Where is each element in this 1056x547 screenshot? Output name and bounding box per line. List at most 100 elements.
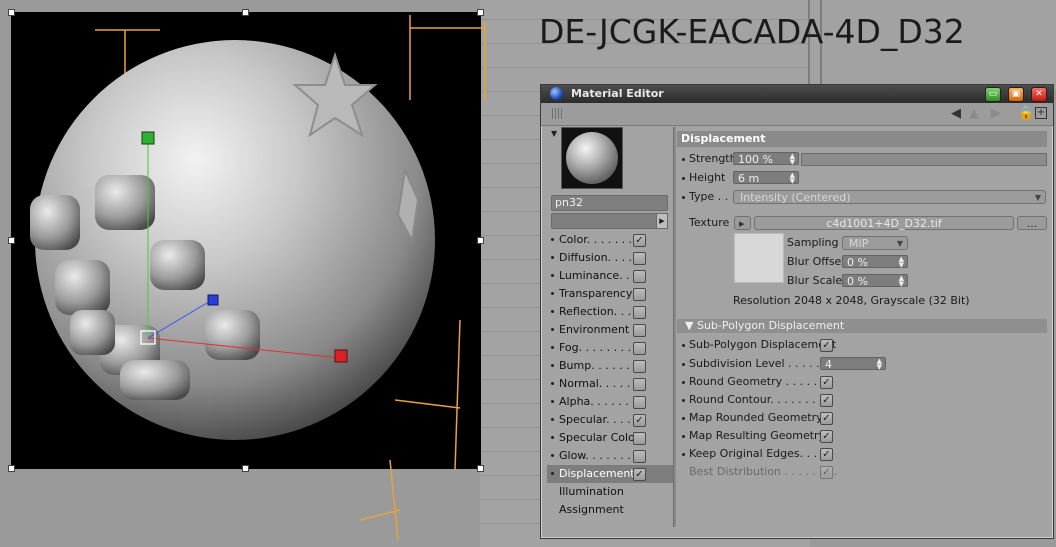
window-titlebar[interactable]: Material Editor ▭ ▣ ✕ bbox=[541, 85, 1053, 103]
map-rounded-geometry-row: Map Rounded Geometry . ✓ bbox=[677, 410, 1047, 426]
best-distribution-checkbox: ✓ bbox=[820, 466, 833, 479]
map-resulting-geometry-row: Map Resulting Geometry . ✓ bbox=[677, 428, 1047, 444]
displaced-sphere bbox=[30, 40, 435, 440]
editor-toolbar: ◀ ▲ ▶ 🔒 + bbox=[541, 103, 1053, 126]
channel-environment-checkbox[interactable] bbox=[633, 324, 646, 337]
back-arrow-icon[interactable]: ◀ bbox=[951, 107, 961, 121]
subdivision-level-row: Subdivision Level . . . . . . . 4 ▲ ▼ bbox=[677, 356, 1047, 372]
channel-glow[interactable]: Glow. . . . . . . . bbox=[547, 447, 673, 465]
channel-transparency[interactable]: Transparency bbox=[547, 285, 673, 303]
frame-handle-top-right[interactable] bbox=[477, 9, 484, 16]
texture-thumbnail[interactable] bbox=[734, 233, 784, 283]
maximize-button[interactable]: ▣ bbox=[1008, 87, 1024, 102]
frame-handle-top-left[interactable] bbox=[8, 9, 15, 16]
channel-luminance[interactable]: Luminance. . . bbox=[547, 267, 673, 285]
preview-sphere bbox=[566, 132, 618, 184]
expand-arrow-icon: ▼ bbox=[685, 319, 694, 332]
tab-assignment[interactable]: Assignment bbox=[547, 501, 673, 519]
strength-input[interactable]: 100 % ▲ ▼ bbox=[733, 152, 799, 166]
cinema4d-app-icon bbox=[550, 87, 563, 100]
subpolygon-header[interactable]: ▼ Sub-Polygon Displacement bbox=[677, 319, 1047, 333]
channel-fog-checkbox[interactable] bbox=[633, 342, 646, 355]
channel-specular-color[interactable]: Specular Color bbox=[547, 429, 673, 447]
texture-resolution-text: Resolution 2048 x 2048, Grayscale (32 Bi… bbox=[733, 294, 970, 307]
sampling-dropdown[interactable]: MIP ▼ bbox=[842, 236, 908, 250]
frame-handle-left[interactable] bbox=[8, 237, 15, 244]
channel-bump[interactable]: Bump. . . . . . . bbox=[547, 357, 673, 375]
subdivision-level-input[interactable]: 4 ▲ ▼ bbox=[820, 357, 886, 371]
material-name-field[interactable]: pn32 bbox=[551, 195, 668, 211]
tab-illumination[interactable]: Illumination bbox=[547, 483, 673, 501]
channel-displacement[interactable]: Displacement ✓ bbox=[547, 465, 673, 483]
viewport-title: DE-JCGK-EACADA-4D_D32 bbox=[539, 12, 965, 51]
channel-panel: ▼ pn32 ▶ Color. . . . . . . ✓ Diffusion. … bbox=[547, 127, 673, 527]
subpolygon-displacement-row: Sub-Polygon Displacement ✓ bbox=[677, 337, 1047, 353]
panel-divider[interactable] bbox=[673, 127, 676, 527]
round-contour-checkbox[interactable]: ✓ bbox=[820, 394, 833, 407]
frame-handle-bottom-right[interactable] bbox=[477, 465, 484, 472]
channel-color[interactable]: Color. . . . . . . ✓ bbox=[547, 231, 673, 249]
forward-arrow-icon[interactable]: ▶ bbox=[991, 107, 1001, 121]
blur-offset-input[interactable]: 0 % ▲ ▼ bbox=[842, 255, 908, 269]
texture-row: Texture ▸ c4d1001+4D_D32.tif ... bbox=[677, 215, 1047, 231]
channel-transparency-checkbox[interactable] bbox=[633, 288, 646, 301]
channel-reflection-checkbox[interactable] bbox=[633, 306, 646, 319]
material-preview[interactable] bbox=[561, 127, 623, 189]
channel-specular[interactable]: Specular. . . . . ✓ bbox=[547, 411, 673, 429]
subpolygon-displacement-checkbox[interactable]: ✓ bbox=[820, 339, 833, 352]
channel-color-checkbox[interactable]: ✓ bbox=[633, 234, 646, 247]
keep-original-edges-row: Keep Original Edges. . . . . ✓ bbox=[677, 446, 1047, 462]
channel-bump-checkbox[interactable] bbox=[633, 360, 646, 373]
minimize-button[interactable]: ▭ bbox=[985, 87, 1001, 102]
channel-normal[interactable]: Normal. . . . . . bbox=[547, 375, 673, 393]
strength-slider[interactable] bbox=[801, 153, 1047, 166]
frame-handle-bottom-left[interactable] bbox=[8, 465, 15, 472]
material-layer-field[interactable] bbox=[551, 213, 657, 229]
channel-specular-checkbox[interactable]: ✓ bbox=[633, 414, 646, 427]
layer-arrow-button[interactable]: ▶ bbox=[656, 213, 668, 229]
blur-scale-input[interactable]: 0 % ▲ ▼ bbox=[842, 274, 908, 288]
sampling-row: Sampling MIP ▼ bbox=[787, 235, 937, 251]
texture-browse-button[interactable]: ... bbox=[1017, 216, 1047, 230]
type-dropdown[interactable]: Intensity (Centered) ▼ bbox=[733, 190, 1046, 204]
toolbar-grip-icon[interactable] bbox=[552, 108, 564, 119]
up-arrow-icon[interactable]: ▲ bbox=[969, 107, 979, 121]
channel-glow-checkbox[interactable] bbox=[633, 450, 646, 463]
strength-row: Strength 100 % ▲ ▼ bbox=[677, 151, 1047, 167]
map-resulting-geometry-checkbox[interactable]: ✓ bbox=[820, 430, 833, 443]
frame-handle-right[interactable] bbox=[477, 237, 484, 244]
channel-environment[interactable]: Environment bbox=[547, 321, 673, 339]
window-title: Material Editor bbox=[571, 87, 664, 100]
channel-list: Color. . . . . . . ✓ Diffusion. . . . . L… bbox=[547, 231, 673, 519]
close-button[interactable]: ✕ bbox=[1031, 87, 1047, 102]
round-contour-row: Round Contour. . . . . . . . ✓ bbox=[677, 392, 1047, 408]
channel-normal-checkbox[interactable] bbox=[633, 378, 646, 391]
channel-alpha[interactable]: Alpha. . . . . . . bbox=[547, 393, 673, 411]
round-geometry-checkbox[interactable]: ✓ bbox=[820, 376, 833, 389]
blur-offset-row: Blur Offset 0 % ▲ ▼ bbox=[787, 254, 937, 270]
height-input[interactable]: 6 m ▲ ▼ bbox=[733, 171, 799, 185]
channel-displacement-checkbox[interactable]: ✓ bbox=[633, 468, 646, 481]
frame-handle-bottom[interactable] bbox=[242, 465, 249, 472]
round-geometry-row: Round Geometry . . . . . . . ✓ bbox=[677, 374, 1047, 390]
blur-scale-row: Blur Scale 0 % ▲ ▼ bbox=[787, 273, 937, 289]
channel-specular-color-checkbox[interactable] bbox=[633, 432, 646, 445]
channel-reflection[interactable]: Reflection. . . bbox=[547, 303, 673, 321]
texture-menu-button[interactable]: ▸ bbox=[734, 216, 751, 230]
channel-fog[interactable]: Fog. . . . . . . . . bbox=[547, 339, 673, 357]
channel-luminance-checkbox[interactable] bbox=[633, 270, 646, 283]
new-panel-icon[interactable]: + bbox=[1035, 107, 1047, 119]
type-row: Type . . . Intensity (Centered) ▼ bbox=[677, 189, 1047, 205]
material-editor-window[interactable]: Material Editor ▭ ▣ ✕ ◀ ▲ ▶ 🔒 + ▼ pn32 ▶… bbox=[540, 84, 1054, 539]
lock-icon[interactable]: 🔒 bbox=[1018, 107, 1034, 121]
channel-diffusion[interactable]: Diffusion. . . . . bbox=[547, 249, 673, 267]
frame-handle-top[interactable] bbox=[242, 9, 249, 16]
map-rounded-geometry-checkbox[interactable]: ✓ bbox=[820, 412, 833, 425]
best-distribution-row: Best Distribution . . . . . . . . ✓ bbox=[689, 465, 837, 479]
channel-alpha-checkbox[interactable] bbox=[633, 396, 646, 409]
height-row: Height 6 m ▲ ▼ bbox=[677, 170, 1047, 186]
collapse-arrow-icon[interactable]: ▼ bbox=[551, 129, 557, 138]
channel-diffusion-checkbox[interactable] bbox=[633, 252, 646, 265]
texture-file-button[interactable]: c4d1001+4D_D32.tif bbox=[754, 216, 1014, 230]
keep-original-edges-checkbox[interactable]: ✓ bbox=[820, 448, 833, 461]
